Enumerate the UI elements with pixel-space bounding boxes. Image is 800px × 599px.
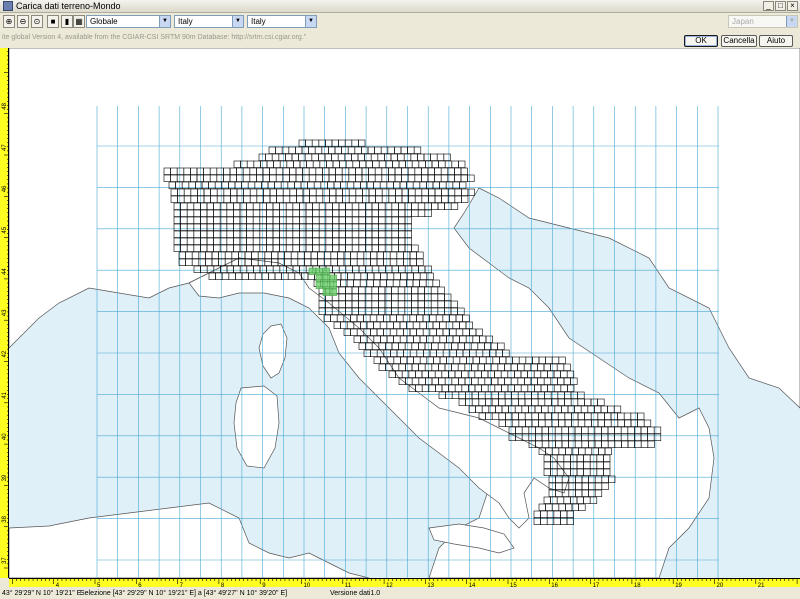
window-controls: _ □ × [763,1,798,11]
disabled-combo: Japan ▼ [728,15,798,28]
help-button[interactable]: Aiuto [759,35,793,47]
zoom-in-icon: ⊕ [5,17,13,26]
latitude-label: 47 [2,144,8,151]
latitude-label: 38 [2,515,8,522]
longitude-ruler: 4 5 6 7 8 9 10 11 12 13 14 15 16 17 18 19 20 21 [9,578,800,589]
cursor-position: 43° 29'29" N 10° 19'21" E [2,590,82,597]
chevron-down-icon: ▼ [786,16,797,27]
latitude-label: 42 [2,350,8,357]
status-bar: 43° 29'29" N 10° 19'21" E Selezione [43°… [0,588,800,599]
chevron-down-icon: ▼ [232,16,243,27]
zoom-out-icon: ⊖ [19,17,27,26]
stop-icon: ■ [50,17,56,26]
latitude-label: 46 [2,185,8,192]
data-source-text: ite global Version 4, available from the… [2,34,307,41]
grid-button[interactable]: ▦ [73,15,85,28]
zoom-out-button[interactable]: ⊖ [17,15,29,28]
zoom-fit-icon: ⊙ [33,17,41,26]
longitude-ruler-scale: 4 5 6 7 8 9 10 11 12 13 14 15 16 17 18 19 20 21 [12,579,798,589]
data-version: Versione dati1.0 [330,590,381,597]
selection-range: Selezione [43° 29'29" N 10° 19'21" E] a … [80,590,288,597]
latitude-label: 41 [2,391,8,398]
selected-tile[interactable] [315,281,323,289]
scope-combo[interactable]: Globale ▼ [86,15,171,28]
zoom-in-button[interactable]: ⊕ [3,15,15,28]
trash-icon: ▮ [64,17,70,26]
latitude-label: 45 [2,226,8,233]
window-title: Carica dati terreno-Mondo [16,1,121,11]
minimize-button[interactable]: _ [763,1,774,11]
selected-tile[interactable] [329,281,337,289]
selected-tile[interactable] [322,267,330,275]
title-bar: Carica dati terreno-Mondo _ □ × [0,0,800,13]
selected-tile[interactable] [322,288,330,296]
delete-button[interactable]: ▮ [61,15,73,28]
latitude-label: 37 [2,557,8,564]
latitude-label: 43 [2,309,8,316]
latitude-label: 39 [2,474,8,481]
map-canvas[interactable] [9,48,800,578]
toolbar: ⊕ ⊖ ⊙ ■ ▮ ▦ Globale ▼ Italy ▼ Italy ▼ Ja… [0,13,800,31]
selected-tile[interactable] [322,281,330,289]
info-bar: ite global Version 4, available from the… [0,31,800,48]
latitude-label: 40 [2,433,8,440]
selected-tile[interactable] [322,274,330,282]
close-button[interactable]: × [787,1,798,11]
maximize-button[interactable]: □ [775,1,786,11]
zoom-fit-button[interactable]: ⊙ [31,15,43,28]
grid-icon: ▦ [75,17,83,26]
selected-tile[interactable] [315,267,323,275]
map-svg[interactable] [9,48,800,578]
app-icon [3,1,13,11]
selected-tile[interactable] [329,288,337,296]
latitude-ruler-scale: 37 38 39 40 41 42 43 44 45 46 47 48 [2,51,9,569]
region-combo[interactable]: Italy ▼ [174,15,244,28]
latitude-label: 44 [2,268,8,275]
chevron-down-icon: ▼ [305,16,316,27]
select-button[interactable]: ■ [47,15,59,28]
cancel-button[interactable]: Cancella [721,35,757,47]
ok-button[interactable]: OK [684,35,718,47]
country-combo[interactable]: Italy ▼ [247,15,317,28]
latitude-ruler: 37 38 39 40 41 42 43 44 45 46 47 48 [0,48,9,578]
latitude-label: 48 [2,102,8,109]
selected-tile[interactable] [308,267,316,275]
selected-tile[interactable] [315,274,323,282]
selected-tile[interactable] [329,274,337,282]
chevron-down-icon: ▼ [159,16,170,27]
